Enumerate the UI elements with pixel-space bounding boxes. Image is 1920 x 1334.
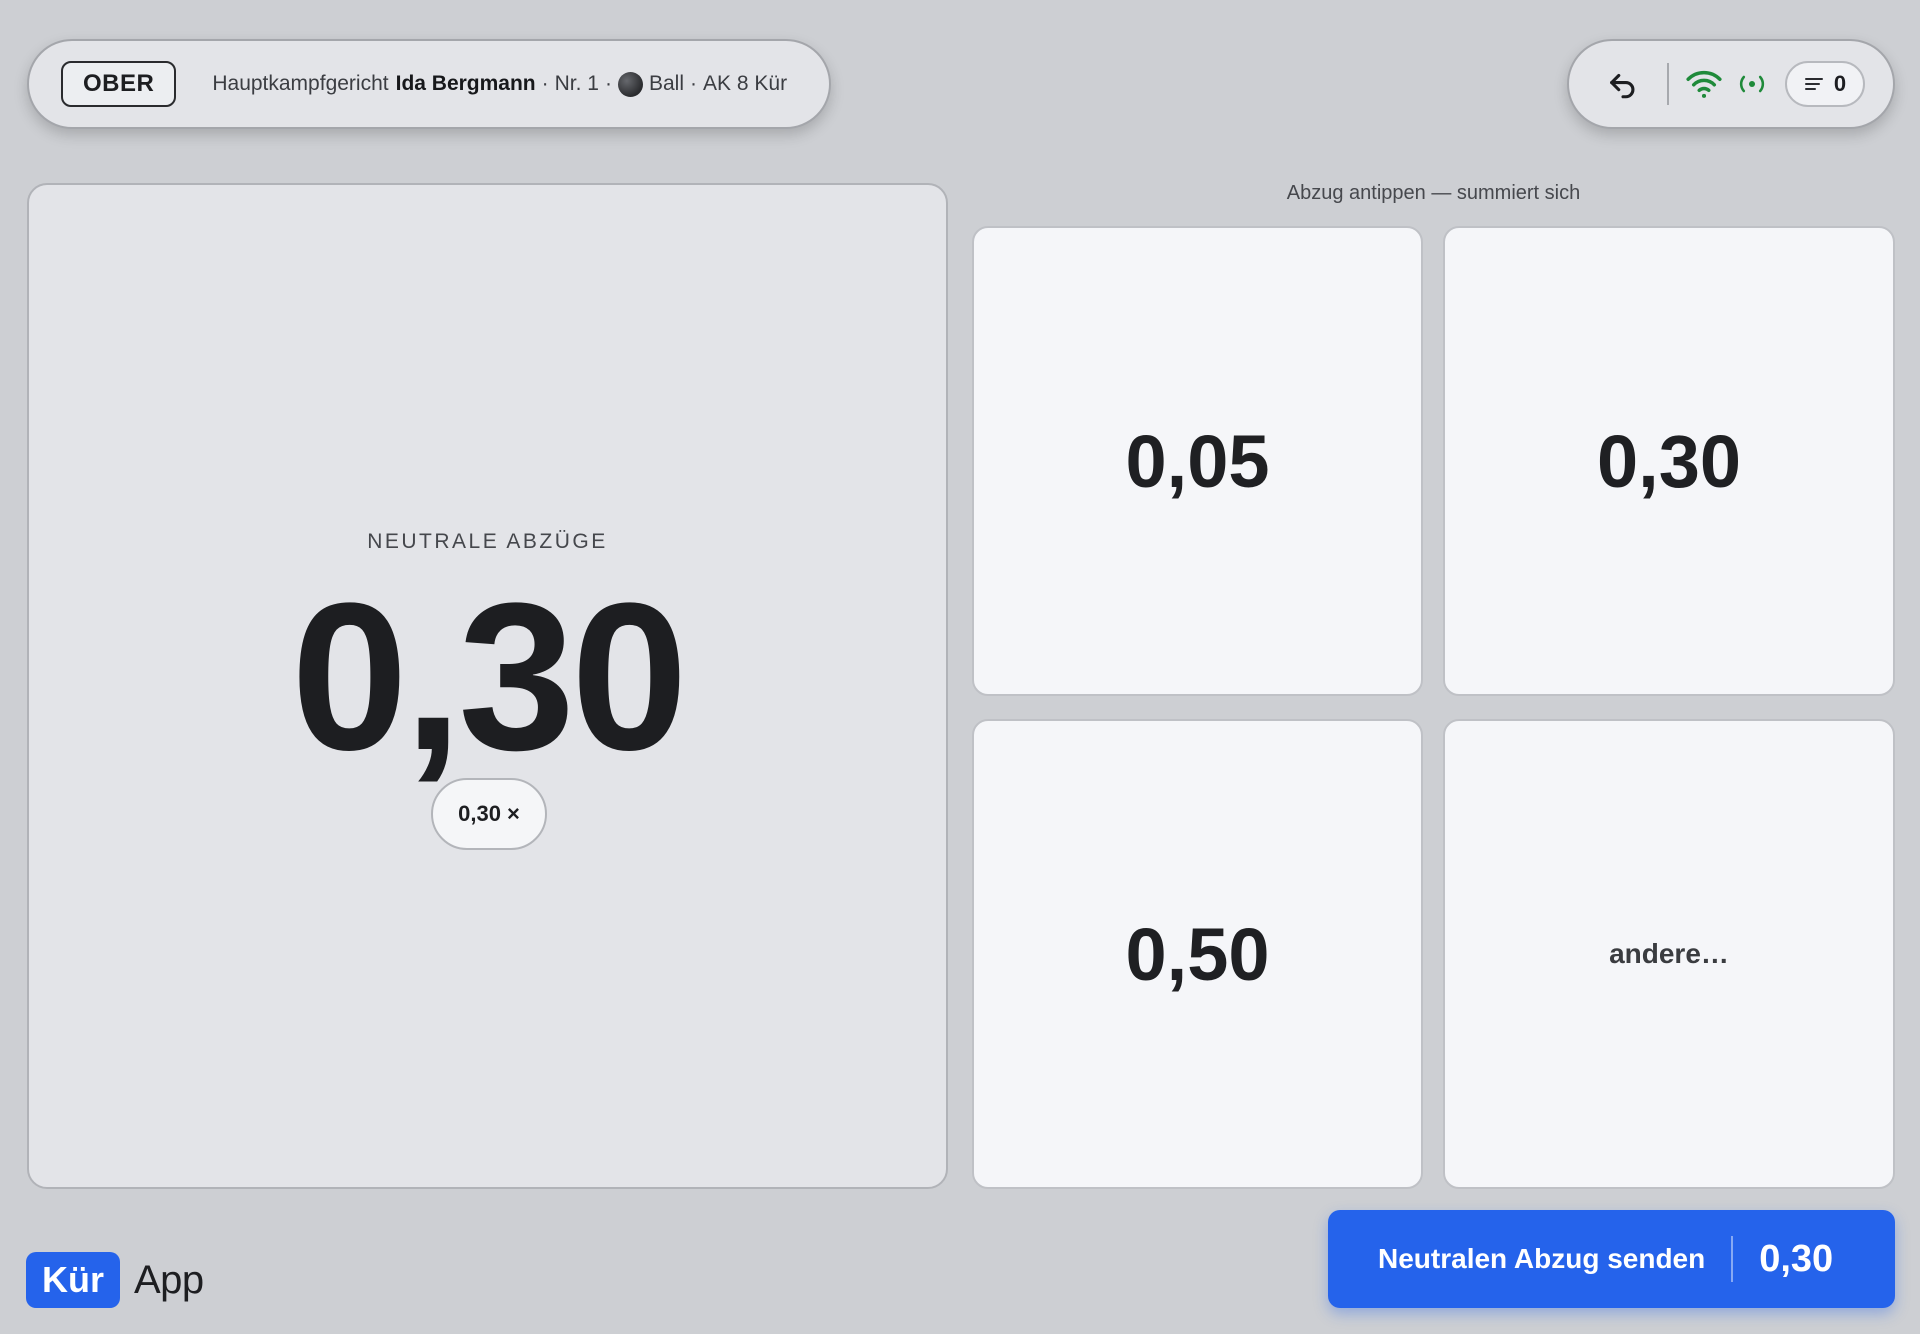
total-label: NEUTRALE ABZÜGE	[367, 530, 608, 553]
broadcast-icon	[1733, 65, 1771, 103]
chip-value: 0,30	[458, 801, 501, 826]
submit-label: Neutralen Abzug senden	[1378, 1243, 1706, 1274]
queue-button[interactable]: 0	[1785, 61, 1865, 107]
deduction-tile-other[interactable]: andere…	[1443, 719, 1895, 1189]
logo-badge: Kür	[26, 1252, 120, 1308]
ball-icon	[618, 71, 643, 97]
app-logo: Kür App	[26, 1252, 204, 1308]
athlete-info: Hauptkampfgericht Ida Bergmann · Nr. 1 ·…	[212, 71, 788, 97]
list-icon	[1804, 78, 1823, 90]
queue-count: 0	[1833, 71, 1847, 96]
divider	[1667, 63, 1669, 105]
header-info-bar: OBER Hauptkampfgericht Ida Bergmann · Nr…	[27, 39, 831, 129]
start-number: Nr. 1	[554, 72, 599, 95]
remove-icon: ×	[506, 801, 520, 826]
header-tools-bar: 0	[1567, 39, 1895, 129]
deduction-tile-030[interactable]: 0,30	[1443, 226, 1895, 696]
app-screen: OBER Hauptkampfgericht Ida Bergmann · Nr…	[0, 0, 1920, 1334]
undo-button[interactable]	[1599, 60, 1647, 108]
category: AK 8 Kür	[703, 72, 788, 95]
submit-deduction-button[interactable]: Neutralen Abzug senden 0,30	[1328, 1210, 1895, 1308]
athlete-name: Ida Bergmann	[395, 72, 536, 95]
logo-text: App	[134, 1257, 204, 1302]
divider	[1731, 1236, 1734, 1282]
role-badge: OBER	[61, 61, 177, 107]
panel-name: Hauptkampfgericht	[212, 72, 389, 95]
apparatus: Ball	[649, 72, 685, 95]
undo-icon	[1610, 73, 1635, 99]
deduction-chip[interactable]: 0,30 ×	[431, 778, 547, 850]
deduction-tile-005[interactable]: 0,05	[972, 226, 1423, 696]
deduction-tile-050[interactable]: 0,50	[972, 719, 1423, 1189]
wifi-icon	[1681, 61, 1727, 107]
total-panel: NEUTRALE ABZÜGE 0,30 0,30 ×	[27, 183, 948, 1189]
grid-hint: Abzug antippen — summiert sich	[1286, 182, 1581, 204]
total-value: 0,30	[291, 559, 688, 794]
submit-value: 0,30	[1759, 1237, 1834, 1280]
